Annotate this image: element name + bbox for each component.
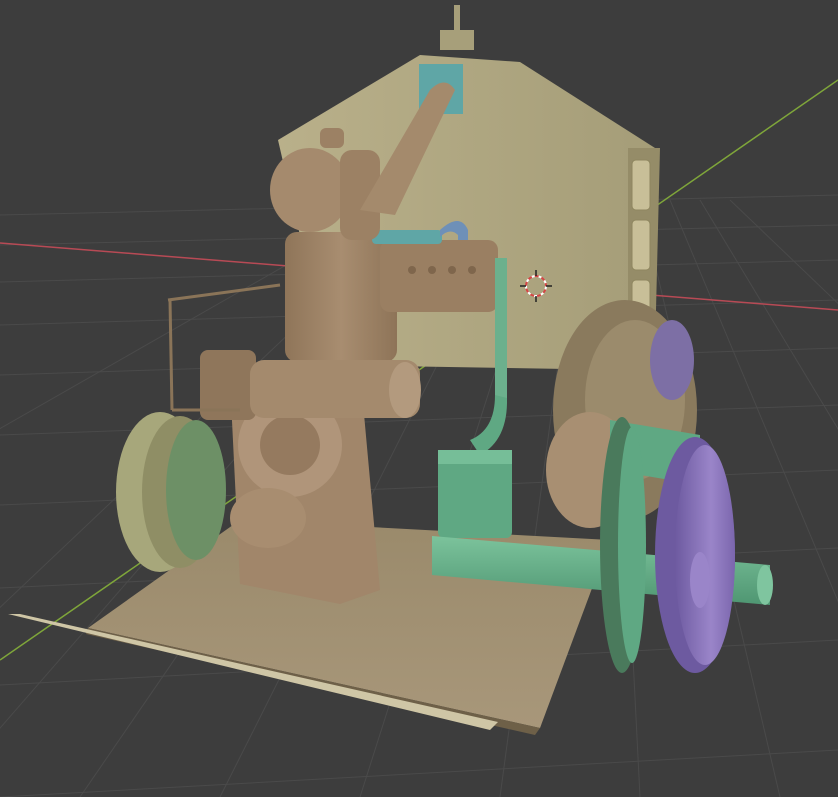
viewport-canvas[interactable] xyxy=(0,0,838,797)
3d-viewport[interactable] xyxy=(0,0,838,797)
right-disc[interactable] xyxy=(600,417,646,673)
fuel-tank[interactable] xyxy=(438,450,512,538)
purple-flywheel[interactable] xyxy=(655,437,735,673)
left-flywheel[interactable] xyxy=(116,412,226,572)
